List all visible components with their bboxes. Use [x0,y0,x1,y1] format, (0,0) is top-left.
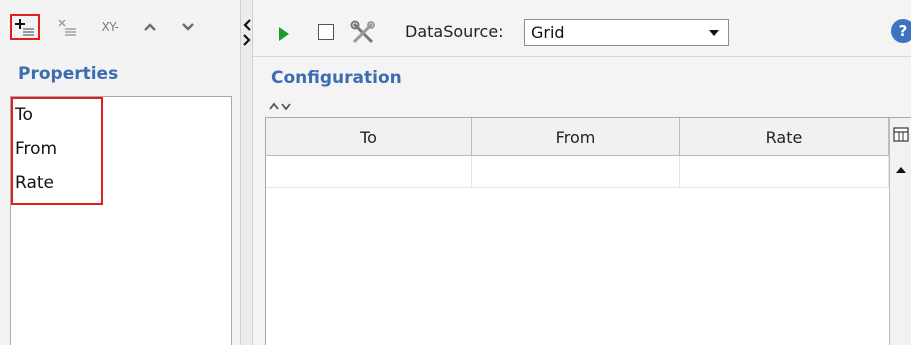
tools-icon [350,20,375,44]
properties-toolbar: XY- [0,0,241,62]
run-button[interactable] [278,26,290,46]
properties-list: To From Rate [10,96,232,345]
toolbar-divider [253,56,911,57]
property-item-to[interactable]: To [15,105,33,125]
configuration-pane: DataSource: Grid ? Configuration To From… [253,0,911,345]
configuration-title: Configuration [271,68,402,88]
scroll-up-arrow-icon[interactable] [895,166,907,174]
play-icon [279,27,289,41]
help-icon: ? [898,22,908,40]
collapse-pane-icon[interactable] [242,18,252,48]
pane-splitter[interactable] [241,0,253,345]
chevron-down-icon [182,23,194,31]
tools-button[interactable] [350,20,376,50]
column-header-to[interactable]: To [266,118,472,156]
help-button[interactable]: ? [891,19,911,43]
column-header-from[interactable]: From [472,118,680,156]
dropdown-arrow-icon [709,29,719,36]
grid-header: To From Rate [266,118,889,156]
datasource-label: DataSource: [405,22,504,41]
datasource-select[interactable]: Grid [524,19,729,46]
property-item-from[interactable]: From [15,139,57,159]
properties-title: Properties [18,64,119,84]
xy-label: XY- [101,20,119,34]
add-row-icon [15,19,34,36]
cell-from[interactable] [472,156,680,187]
configuration-grid: To From Rate [265,117,911,345]
add-property-button[interactable] [10,14,40,40]
grid-column-menu-icon[interactable] [893,127,909,143]
properties-pane: XY- Properties To From Rate [0,0,241,345]
column-header-rate[interactable]: Rate [680,118,889,156]
grid-scrollbar[interactable] [889,118,911,345]
move-down-button[interactable] [178,14,198,40]
collapse-expand-button[interactable] [268,100,292,112]
stop-button[interactable] [318,24,334,40]
remove-property-button[interactable] [52,14,82,40]
chevron-up-icon [144,23,156,31]
cell-to[interactable] [266,156,472,187]
datasource-value: Grid [531,23,565,42]
chevron-up-down-icon [269,102,291,111]
table-row[interactable] [266,156,889,188]
remove-row-icon [58,19,76,36]
xy-button[interactable]: XY- [94,14,126,40]
cell-rate[interactable] [680,156,889,187]
move-up-button[interactable] [140,14,160,40]
property-item-rate[interactable]: Rate [15,173,54,193]
